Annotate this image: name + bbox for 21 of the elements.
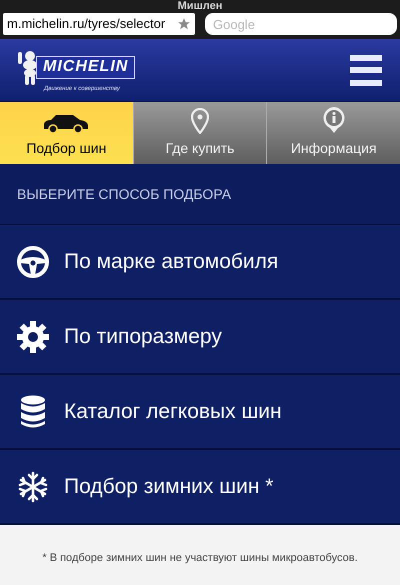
- section-title: ВЫБЕРИТЕ СПОСОБ ПОДБОРА: [17, 184, 232, 204]
- snowflake-icon: [17, 470, 49, 502]
- window-title: Мишлен: [178, 0, 222, 12]
- logo-text: MICHELIN: [43, 58, 128, 76]
- address-bar[interactable]: m.michelin.ru/tyres/selector: [3, 13, 195, 35]
- option-row[interactable]: По типоразмеру: [0, 300, 400, 375]
- tab[interactable]: Подбор шин: [0, 102, 133, 164]
- star-icon[interactable]: [177, 17, 191, 31]
- option-row[interactable]: Каталог легковых шин: [0, 375, 400, 450]
- search-field[interactable]: Google: [205, 13, 397, 35]
- database-icon: [20, 394, 46, 428]
- tab[interactable]: Информация: [266, 102, 400, 164]
- footnote: * В подборе зимних шин не участвуют шины микроавтобусов.: [42, 550, 358, 566]
- option-row[interactable]: По марке автомобиля: [0, 225, 400, 300]
- pin-icon: [191, 108, 209, 134]
- info-icon: [322, 106, 346, 134]
- steering-wheel-icon: [16, 244, 50, 278]
- tab[interactable]: Где купить: [132, 102, 266, 164]
- gear-icon: [16, 320, 50, 354]
- menu-icon[interactable]: [350, 54, 382, 86]
- option-row[interactable]: Подбор зимних шин *: [0, 450, 400, 525]
